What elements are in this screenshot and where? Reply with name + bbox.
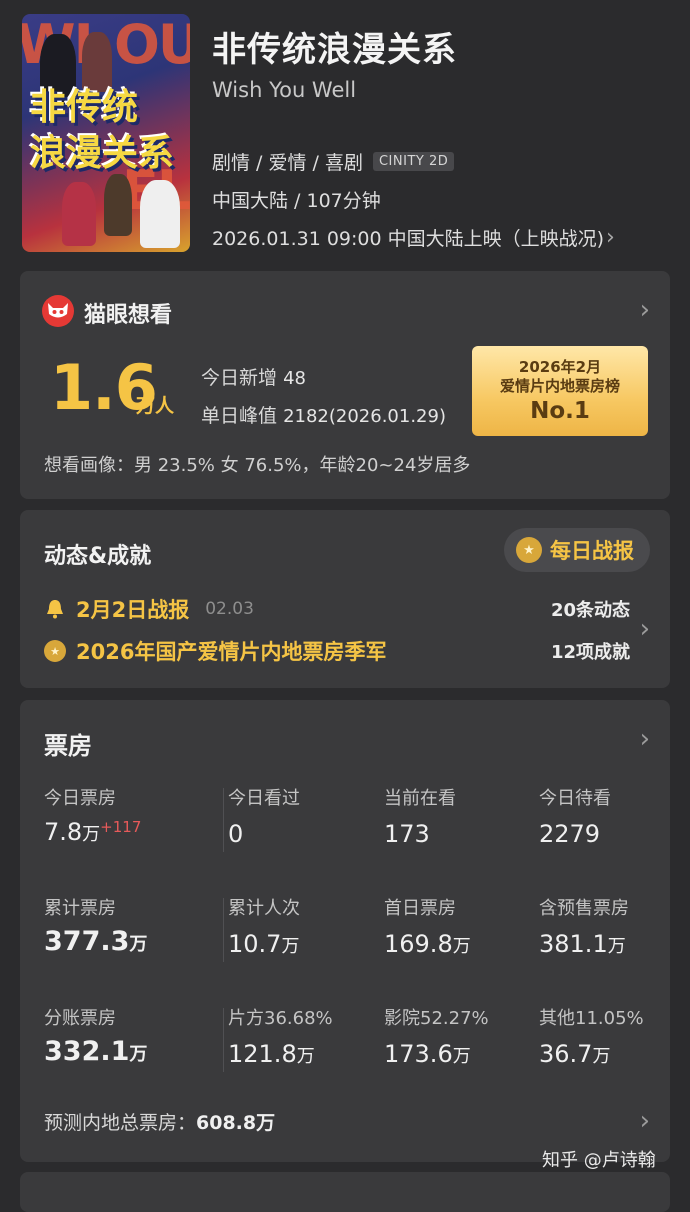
release-text: 2026.01.31 09:00 中国大陆上映（上映战况) [212, 228, 605, 250]
poster-art: OU [114, 14, 190, 76]
movie-english-title: Wish You Well [212, 78, 357, 102]
daily-report-label: 每日战报 [550, 539, 634, 563]
chevron-right-icon[interactable]: › [640, 1106, 650, 1136]
want-title: 猫眼想看 [84, 303, 173, 328]
poster-figure [82, 32, 112, 92]
release-info[interactable]: 2026.01.31 09:00 中国大陆上映（上映战况) › [212, 224, 615, 251]
divider [223, 788, 224, 852]
next-card [20, 1172, 670, 1212]
total-admissions-label: 累计人次 [228, 898, 300, 919]
dynamic-item[interactable]: 2月2日战报 02.03 [44, 594, 254, 624]
genre-row: 剧情 / 爱情 / 喜剧 CINITY 2D [212, 148, 455, 175]
forecast-box-office[interactable]: 预测内地总票房：608.8万 [44, 1108, 275, 1135]
region-duration: 中国大陆 / 107分钟 [212, 190, 381, 212]
split-box-office-label: 分账票房 [44, 1008, 116, 1029]
total-box-office-label: 累计票房 [44, 898, 116, 919]
poster-title: 非传统 [30, 87, 139, 128]
other-share: 36.7万 [539, 1040, 611, 1068]
achievement-item[interactable]: ★ 2026年国产爱情片内地票房季军 [44, 636, 386, 666]
cinema-share-label: 影院52.27% [384, 1008, 489, 1029]
total-box-office: 377.3万 [44, 926, 148, 957]
poster-figure [62, 182, 96, 246]
forecast-value: 608.8万 [196, 1112, 276, 1134]
chevron-right-icon[interactable]: › [640, 724, 650, 754]
ranking-badge[interactable]: 2026年2月 爱情片内地票房榜 No.1 [472, 346, 648, 436]
daily-peak-label: 单日峰值 [201, 405, 278, 427]
daily-report-button[interactable]: ★ 每日战报 [504, 528, 650, 572]
today-watched-label: 今日看过 [228, 788, 300, 809]
presale-box-office: 381.1万 [539, 930, 626, 958]
today-pending-label: 今日待看 [539, 788, 611, 809]
chevron-right-icon: › [606, 225, 615, 250]
producer-share: 121.8万 [228, 1040, 315, 1068]
poster-figure [140, 180, 180, 248]
today-new-value: 48 [283, 368, 306, 389]
poster-title: 浪漫关系 [30, 133, 175, 174]
rank-month: 2026年2月 [518, 358, 602, 376]
increase-badge: +117 [100, 818, 142, 836]
other-share-label: 其他11.05% [539, 1008, 644, 1029]
total-admissions: 10.7万 [228, 930, 300, 958]
medal-icon: ★ [44, 640, 66, 662]
today-new: 今日新增 48 [201, 363, 306, 390]
divider [223, 898, 224, 962]
dynamics-title: 动态&成就 [44, 544, 152, 569]
audience-portrait: 想看画像：男 23.5% 女 76.5%，年龄20~24岁居多 [44, 455, 471, 476]
format-badge: CINITY 2D [372, 152, 455, 171]
watermark: 知乎 @卢诗翰 [542, 1150, 656, 1171]
box-office-title: 票房 [44, 732, 92, 760]
cat-logo-icon [42, 295, 74, 327]
rank-category: 爱情片内地票房榜 [499, 377, 620, 395]
today-box-office: 7.8万+117 [44, 818, 142, 846]
movie-title: 非传统浪漫关系 [212, 30, 457, 70]
producer-share-label: 片方36.68% [228, 1008, 333, 1029]
today-watched: 0 [228, 820, 244, 848]
daily-peak-value: 2182(2026.01.29) [283, 406, 446, 427]
dynamics-card[interactable]: 动态&成就 ★ 每日战报 2月2日战报 02.03 ★ 2026年国产爱情片内地… [20, 510, 670, 688]
first-day-box-office-label: 首日票房 [384, 898, 456, 919]
rank-value: No.1 [530, 398, 590, 424]
movie-poster[interactable]: WI OU EL 非传统 浪漫关系 [22, 14, 190, 252]
now-watching-label: 当前在看 [384, 788, 456, 809]
box-office-card[interactable]: 票房 › 今日票房 7.8万+117 今日看过 0 当前在看 173 今日待看 … [20, 700, 670, 1162]
today-box-office-label: 今日票房 [44, 788, 116, 809]
achievement-count: 12项成就 [550, 642, 630, 663]
split-box-office: 332.1万 [44, 1036, 148, 1067]
now-watching: 173 [384, 820, 430, 848]
want-count-unit: 万人 [136, 395, 175, 417]
chevron-right-icon[interactable]: › [640, 614, 650, 644]
cinema-share: 173.6万 [384, 1040, 471, 1068]
bell-icon [47, 600, 63, 619]
genres: 剧情 / 爱情 / 喜剧 [212, 152, 363, 174]
want-to-see-card[interactable]: 猫眼想看 › 1.6 万人 今日新增 48 单日峰值 2182(2026.01.… [20, 271, 670, 499]
forecast-label: 预测内地总票房： [44, 1112, 197, 1134]
chevron-right-icon[interactable]: › [640, 295, 650, 325]
poster-figure [104, 174, 132, 236]
divider [223, 1008, 224, 1072]
today-new-label: 今日新增 [201, 367, 278, 389]
achievement-text: 2026年国产爱情片内地票房季军 [76, 640, 387, 664]
daily-peak: 单日峰值 2182(2026.01.29) [201, 401, 446, 428]
dynamic-date: 02.03 [205, 599, 254, 619]
medal-icon: ★ [516, 537, 542, 563]
dynamic-text: 2月2日战报 [76, 598, 190, 622]
presale-box-office-label: 含预售票房 [539, 898, 629, 919]
dynamic-count: 20条动态 [550, 600, 630, 621]
today-pending: 2279 [539, 820, 601, 848]
first-day-box-office: 169.8万 [384, 930, 471, 958]
